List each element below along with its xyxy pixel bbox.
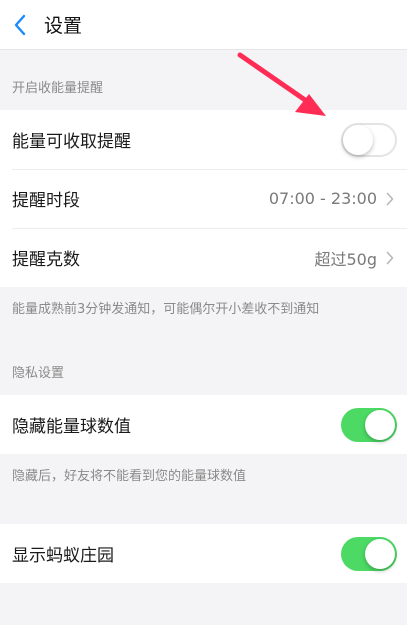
energy-note: 能量成熟前3分钟发通知，可能偶尔开小差收不到通知 bbox=[12, 301, 320, 317]
row-label: 显示蚂蚁庄园 bbox=[12, 546, 114, 566]
privacy-settings-group: 隐藏能量球数值 bbox=[0, 395, 407, 454]
toggle-knob bbox=[365, 538, 395, 569]
row-hide-energy-value: 隐藏能量球数值 bbox=[0, 395, 407, 454]
row-energy-reminder: 能量可收取提醒 bbox=[0, 110, 407, 169]
section-header-privacy: 隐私设置 bbox=[12, 366, 65, 381]
nav-bar: 设置 bbox=[0, 0, 407, 50]
row-label: 提醒时段 bbox=[12, 191, 80, 211]
reminder-period-value: 07:00 - 23:00 bbox=[268, 189, 377, 208]
chevron-right-icon bbox=[385, 191, 395, 207]
reminder-grams-value: 超过50g bbox=[314, 249, 377, 269]
back-button[interactable] bbox=[0, 0, 42, 50]
row-label: 隐藏能量球数值 bbox=[12, 417, 131, 437]
row-label: 提醒克数 bbox=[12, 250, 80, 270]
chevron-left-icon bbox=[14, 14, 26, 35]
page-title: 设置 bbox=[44, 15, 83, 37]
row-show-ant-manor: 显示蚂蚁庄园 bbox=[0, 524, 407, 583]
energy-settings-group: 能量可收取提醒 提醒时段 07:00 - 23:00 提醒克数 超过50g bbox=[0, 110, 407, 287]
row-reminder-period[interactable]: 提醒时段 07:00 - 23:00 bbox=[0, 169, 407, 228]
chevron-right-icon bbox=[385, 250, 395, 266]
toggle-knob bbox=[365, 409, 395, 440]
energy-reminder-toggle[interactable] bbox=[341, 122, 397, 157]
row-label: 能量可收取提醒 bbox=[12, 132, 131, 152]
hide-energy-value-toggle[interactable] bbox=[341, 407, 397, 442]
toggle-knob bbox=[343, 124, 373, 155]
privacy-note: 隐藏后，好友将不能看到您的能量球数值 bbox=[12, 468, 247, 484]
show-ant-manor-toggle[interactable] bbox=[341, 536, 397, 571]
row-reminder-grams[interactable]: 提醒克数 超过50g bbox=[0, 228, 407, 287]
manor-settings-group: 显示蚂蚁庄园 bbox=[0, 524, 407, 583]
section-header-energy: 开启收能量提醒 bbox=[12, 81, 104, 96]
